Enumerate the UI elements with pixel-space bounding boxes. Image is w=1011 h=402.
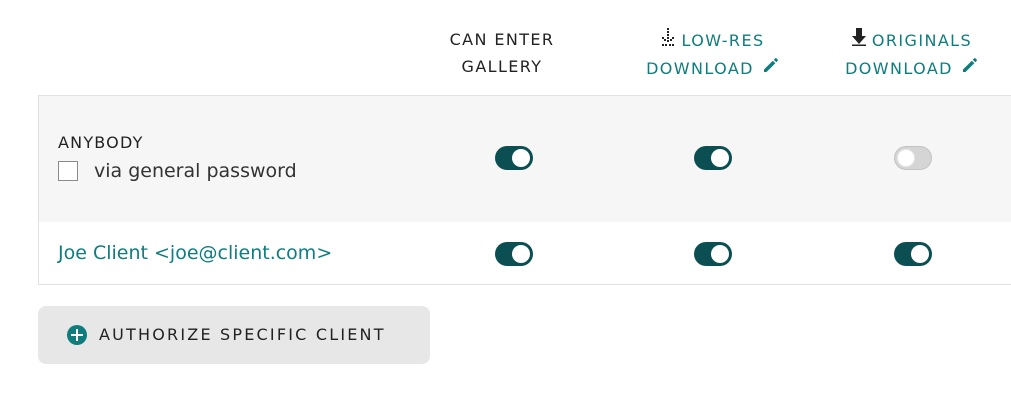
general-password-checkbox[interactable] bbox=[58, 161, 78, 181]
client-lowres-download-toggle[interactable] bbox=[694, 242, 732, 266]
toggle-knob bbox=[911, 245, 929, 263]
authorize-button-label: AUTHORIZE SPECIFIC CLIENT bbox=[99, 325, 386, 344]
table-row-anybody: ANYBODY via general password bbox=[39, 96, 1011, 222]
toggle-knob bbox=[512, 149, 530, 167]
column-header-can-enter-line1: CAN ENTER bbox=[449, 30, 555, 49]
pencil-icon[interactable] bbox=[961, 55, 979, 82]
anybody-lowres-download-toggle[interactable] bbox=[694, 146, 732, 170]
gallery-access-settings: CAN ENTER GALLERY LOW-RES DOWNLOAD ORIGI… bbox=[0, 0, 1011, 402]
column-header-originals-line1: ORIGINALS bbox=[871, 31, 973, 50]
column-header-lowres-line2: DOWNLOAD bbox=[646, 59, 754, 78]
anybody-originals-download-toggle[interactable] bbox=[894, 146, 932, 170]
authorize-specific-client-button[interactable]: AUTHORIZE SPECIFIC CLIENT bbox=[38, 306, 430, 364]
toggle-knob bbox=[897, 149, 915, 167]
toggle-knob bbox=[711, 245, 729, 263]
client-name-link[interactable]: Joe Client <joe@client.com> bbox=[58, 242, 332, 264]
general-password-label[interactable]: via general password bbox=[94, 160, 297, 182]
client-can-enter-toggle[interactable] bbox=[495, 242, 533, 266]
download-arrow-icon bbox=[851, 27, 866, 54]
toggle-knob bbox=[711, 149, 729, 167]
table-row-client: Joe Client <joe@client.com> bbox=[39, 222, 1011, 284]
anybody-title: ANYBODY bbox=[58, 133, 144, 152]
pencil-icon[interactable] bbox=[762, 55, 780, 82]
access-table: ANYBODY via general password Joe Client … bbox=[38, 95, 1011, 285]
anybody-can-enter-toggle[interactable] bbox=[495, 146, 533, 170]
column-header-originals-line2: DOWNLOAD bbox=[845, 59, 953, 78]
column-header-lowres-line1: LOW-RES bbox=[681, 31, 765, 50]
client-originals-download-toggle[interactable] bbox=[894, 242, 932, 266]
toggle-knob bbox=[512, 245, 530, 263]
plus-circle-icon bbox=[67, 325, 87, 345]
low-res-download-icon bbox=[661, 27, 675, 54]
column-header-can-enter-line2: GALLERY bbox=[461, 57, 543, 76]
column-header-originals: ORIGINALS DOWNLOAD bbox=[812, 26, 1011, 82]
column-header-lowres: LOW-RES DOWNLOAD bbox=[613, 26, 813, 82]
column-header-can-enter: CAN ENTER GALLERY bbox=[420, 26, 584, 80]
